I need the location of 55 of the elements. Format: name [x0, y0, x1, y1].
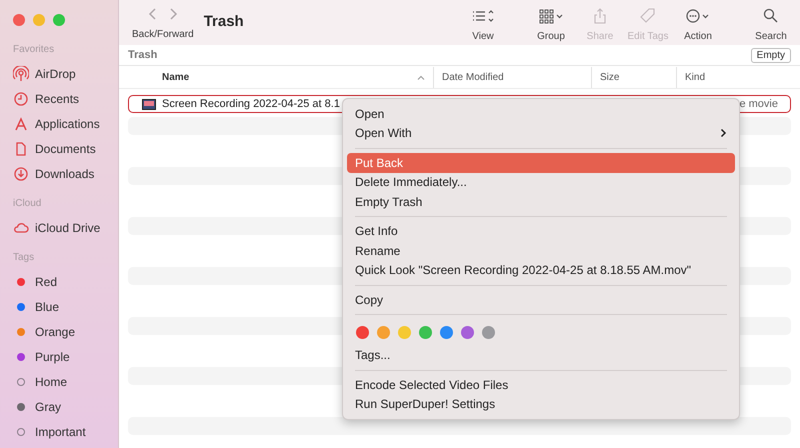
menu-item[interactable]: Get Info	[347, 222, 735, 241]
forward-icon[interactable]	[168, 7, 178, 21]
section-heading: Tags	[12, 251, 36, 265]
empty-button[interactable]: Empty	[750, 48, 791, 62]
submenu-chevron-icon	[720, 128, 727, 138]
menu-item[interactable]: Rename	[347, 241, 735, 260]
menu-item[interactable]: Empty Trash	[347, 192, 735, 212]
video-file-icon	[142, 98, 156, 110]
tag-icon	[640, 8, 656, 24]
sidebar-item[interactable]: Documents	[0, 136, 118, 161]
column-header[interactable]: Date Modified	[433, 67, 591, 88]
menu-item[interactable]: Tags...	[347, 346, 735, 365]
menu-item[interactable]: Run SuperDuper! Settings	[347, 394, 735, 414]
more-icon	[686, 8, 710, 24]
sidebar-item[interactable]: AirDrop	[0, 61, 118, 86]
file-kind: e movie	[739, 96, 778, 112]
column-header[interactable]: Name	[119, 67, 433, 88]
list-icon	[471, 8, 495, 24]
menu-item[interactable]: Encode Selected Video Files	[347, 375, 735, 394]
menu-item[interactable]: Quick Look "Screen Recording 2022-04-25 at 8.18.55 AM.mov"	[347, 260, 735, 280]
column-header[interactable]: Kind	[676, 67, 776, 88]
window-title: Trash	[204, 12, 244, 32]
sidebar-tag[interactable]: Gray	[0, 394, 118, 419]
nav-label: Back/Forward	[132, 28, 194, 42]
sidebar-tag[interactable]: Home	[0, 369, 118, 394]
section-heading: Favorites	[12, 43, 56, 57]
zoom-button[interactable]	[53, 14, 65, 26]
menu-item[interactable]: Delete Immediately...	[347, 172, 735, 192]
grid-icon	[539, 8, 563, 24]
sidebar-tag[interactable]: Red	[0, 269, 118, 294]
section-heading: iCloud	[12, 197, 42, 211]
menu-item[interactable]: Copy	[347, 290, 735, 310]
sidebar-item[interactable]: Applications	[0, 111, 118, 136]
close-button[interactable]	[13, 14, 25, 26]
sidebar-tag[interactable]: Important	[0, 419, 118, 444]
airdrop-icon	[13, 66, 29, 82]
download-icon	[13, 166, 29, 182]
minimize-button[interactable]	[33, 14, 45, 26]
apps-icon	[13, 116, 29, 132]
sidebar-item[interactable]: Recents	[0, 86, 118, 111]
toolbar-button[interactable]: Search	[741, 8, 800, 44]
sidebar-tag[interactable]: Orange	[0, 319, 118, 344]
search-icon	[763, 8, 779, 24]
path-title: Trash	[128, 48, 158, 63]
file-name: Screen Recording 2022-04-25 at 8.1	[162, 96, 340, 112]
column-header[interactable]: Size	[591, 67, 676, 88]
sidebar-item[interactable]: Downloads	[0, 161, 118, 186]
sidebar-item[interactable]: iCloud Drive	[0, 215, 118, 240]
clock-icon	[13, 90, 29, 106]
back-icon[interactable]	[148, 7, 158, 21]
sidebar-tag[interactable]: Blue	[0, 294, 118, 319]
toolbar-button[interactable]: View	[453, 8, 513, 44]
share-icon	[593, 8, 607, 24]
sidebar-tag[interactable]: Purple	[0, 344, 118, 369]
menu-item[interactable]: Open With	[347, 124, 735, 143]
